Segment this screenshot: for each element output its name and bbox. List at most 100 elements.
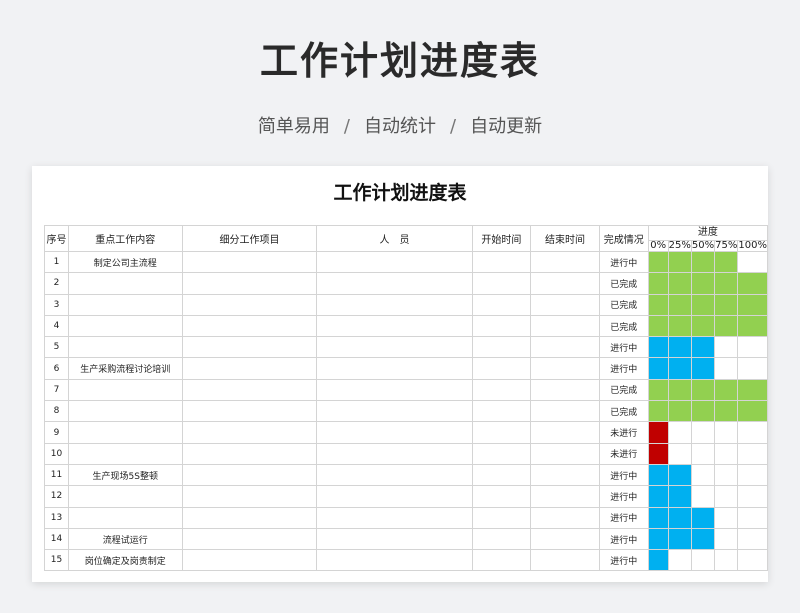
row-people[interactable] (316, 400, 473, 423)
row-index[interactable]: 15 (44, 549, 69, 572)
row-status[interactable]: 未进行 (598, 442, 649, 465)
row-people[interactable] (316, 442, 473, 465)
row-people[interactable] (316, 549, 473, 572)
row-sub-item[interactable] (181, 314, 318, 338)
row-sub-item[interactable] (181, 400, 318, 423)
row-sub-item[interactable] (181, 250, 318, 274)
row-index[interactable]: 4 (44, 314, 69, 338)
row-index[interactable]: 7 (44, 378, 69, 402)
row-start-time[interactable] (471, 549, 532, 572)
row-people[interactable] (316, 336, 473, 359)
row-start-time[interactable] (471, 314, 532, 338)
row-status[interactable]: 进行中 (598, 485, 649, 508)
row-sub-item[interactable] (181, 506, 318, 529)
row-people[interactable] (316, 378, 473, 402)
row-status[interactable]: 已完成 (598, 378, 649, 402)
row-start-time[interactable] (471, 293, 532, 316)
row-start-time[interactable] (471, 378, 532, 402)
row-status[interactable]: 已完成 (598, 400, 649, 423)
row-key-work[interactable] (67, 485, 183, 508)
row-key-work[interactable] (67, 421, 183, 444)
row-people[interactable] (316, 314, 473, 338)
row-status[interactable]: 进行中 (598, 506, 649, 529)
row-status[interactable]: 已完成 (598, 314, 649, 338)
row-end-time[interactable] (530, 400, 600, 423)
row-end-time[interactable] (530, 527, 600, 551)
row-key-work[interactable]: 生产采购流程讨论培训 (67, 357, 183, 380)
row-status[interactable]: 未进行 (598, 421, 649, 444)
row-status[interactable]: 进行中 (598, 463, 649, 487)
row-key-work[interactable] (67, 506, 183, 529)
row-end-time[interactable] (530, 463, 600, 487)
row-end-time[interactable] (530, 293, 600, 316)
row-index[interactable]: 13 (44, 506, 69, 529)
row-key-work[interactable]: 生产现场5S整顿 (67, 463, 183, 487)
row-status[interactable]: 进行中 (598, 527, 649, 551)
row-sub-item[interactable] (181, 336, 318, 359)
row-key-work[interactable] (67, 378, 183, 402)
row-status[interactable]: 已完成 (598, 272, 649, 295)
row-key-work[interactable] (67, 336, 183, 359)
row-sub-item[interactable] (181, 549, 318, 572)
row-start-time[interactable] (471, 421, 532, 444)
row-start-time[interactable] (471, 485, 532, 508)
row-sub-item[interactable] (181, 463, 318, 487)
row-start-time[interactable] (471, 463, 532, 487)
row-people[interactable] (316, 421, 473, 444)
row-end-time[interactable] (530, 442, 600, 465)
row-start-time[interactable] (471, 272, 532, 295)
row-sub-item[interactable] (181, 421, 318, 444)
row-key-work[interactable]: 制定公司主流程 (67, 250, 183, 274)
row-status[interactable]: 已完成 (598, 293, 649, 316)
row-people[interactable] (316, 272, 473, 295)
row-end-time[interactable] (530, 549, 600, 572)
row-sub-item[interactable] (181, 527, 318, 551)
row-key-work[interactable] (67, 442, 183, 465)
row-key-work[interactable] (67, 272, 183, 295)
row-index[interactable]: 1 (44, 250, 69, 274)
row-start-time[interactable] (471, 400, 532, 423)
row-people[interactable] (316, 250, 473, 274)
row-end-time[interactable] (530, 378, 600, 402)
row-people[interactable] (316, 506, 473, 529)
row-end-time[interactable] (530, 506, 600, 529)
row-end-time[interactable] (530, 314, 600, 338)
row-index[interactable]: 9 (44, 421, 69, 444)
row-key-work[interactable] (67, 314, 183, 338)
row-end-time[interactable] (530, 250, 600, 274)
row-end-time[interactable] (530, 357, 600, 380)
row-index[interactable]: 14 (44, 527, 69, 551)
row-sub-item[interactable] (181, 378, 318, 402)
row-sub-item[interactable] (181, 293, 318, 316)
row-start-time[interactable] (471, 336, 532, 359)
row-status[interactable]: 进行中 (598, 336, 649, 359)
row-index[interactable]: 10 (44, 442, 69, 465)
row-index[interactable]: 8 (44, 400, 69, 423)
row-key-work[interactable] (67, 400, 183, 423)
row-key-work[interactable]: 岗位确定及岗责制定 (67, 549, 183, 572)
row-people[interactable] (316, 293, 473, 316)
row-end-time[interactable] (530, 421, 600, 444)
row-end-time[interactable] (530, 485, 600, 508)
row-sub-item[interactable] (181, 272, 318, 295)
row-people[interactable] (316, 485, 473, 508)
row-key-work[interactable]: 流程试运行 (67, 527, 183, 551)
row-key-work[interactable] (67, 293, 183, 316)
row-end-time[interactable] (530, 336, 600, 359)
row-people[interactable] (316, 357, 473, 380)
row-end-time[interactable] (530, 272, 600, 295)
row-people[interactable] (316, 527, 473, 551)
row-index[interactable]: 5 (44, 336, 69, 359)
row-people[interactable] (316, 463, 473, 487)
row-index[interactable]: 2 (44, 272, 69, 295)
row-index[interactable]: 6 (44, 357, 69, 380)
row-status[interactable]: 进行中 (598, 250, 649, 274)
row-start-time[interactable] (471, 527, 532, 551)
row-status[interactable]: 进行中 (598, 357, 649, 380)
row-start-time[interactable] (471, 442, 532, 465)
row-sub-item[interactable] (181, 442, 318, 465)
row-start-time[interactable] (471, 250, 532, 274)
row-start-time[interactable] (471, 506, 532, 529)
row-status[interactable]: 进行中 (598, 549, 649, 572)
row-start-time[interactable] (471, 357, 532, 380)
